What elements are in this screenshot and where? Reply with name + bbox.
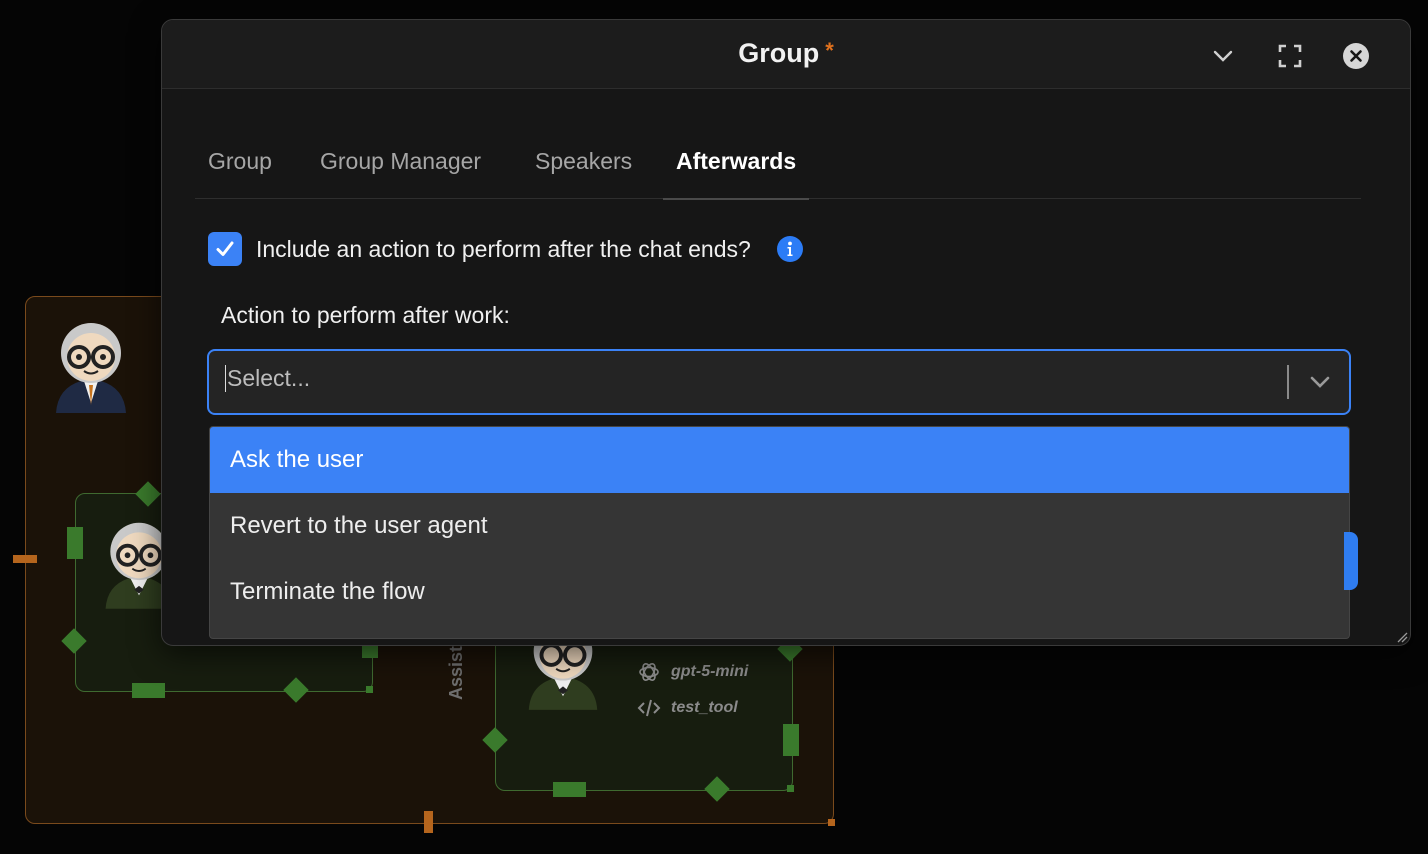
agent-handle[interactable] (787, 785, 794, 792)
agent-handle[interactable] (553, 782, 586, 797)
include-action-checkbox[interactable] (208, 232, 242, 266)
agent-handle[interactable] (366, 686, 373, 693)
tool-row: test_tool (637, 696, 738, 720)
checkmark-icon (216, 241, 234, 256)
maximize-icon (1278, 44, 1302, 68)
include-action-label: Include an action to perform after the c… (256, 235, 751, 262)
chevron-down-icon (1213, 50, 1233, 62)
action-field-label: Action to perform after work: (221, 302, 510, 328)
include-action-row: Include an action to perform after the c… (208, 232, 803, 266)
option-revert-user-agent[interactable]: Revert to the user agent (210, 493, 1349, 559)
tab-speakers[interactable]: Speakers (522, 128, 645, 198)
tab-group[interactable]: Group (195, 128, 285, 198)
tab-group-manager[interactable]: Group Manager (307, 128, 494, 198)
agent-handle[interactable] (362, 644, 378, 658)
model-name: gpt-5-mini (671, 663, 749, 680)
chevron-down-icon[interactable] (1307, 369, 1333, 395)
option-ask-user[interactable]: Ask the user (210, 427, 1349, 493)
action-select-placeholder[interactable]: Select... (225, 365, 310, 392)
action-select[interactable]: Select... (207, 349, 1351, 415)
maximize-button[interactable] (1274, 40, 1306, 72)
group-resize-handle[interactable] (828, 819, 835, 826)
group-avatar (56, 323, 126, 413)
modal-header: Group * (162, 20, 1410, 89)
info-icon[interactable] (776, 236, 803, 262)
modal-title-text: Group (738, 38, 820, 68)
tab-afterwards[interactable]: Afterwards (663, 128, 810, 200)
agent-handle[interactable] (67, 527, 83, 559)
model-row: gpt-5-mini (637, 660, 748, 684)
agent-handle[interactable] (132, 683, 165, 698)
openai-icon (639, 663, 659, 681)
group-handle-left[interactable] (13, 555, 37, 563)
select-separator (1287, 365, 1289, 399)
agent-handle[interactable] (783, 724, 799, 756)
action-dropdown-menu: Ask the user Revert to the user agent Te… (209, 426, 1350, 639)
close-icon (1343, 43, 1369, 69)
tab-bar: Group Group Manager Speakers Afterwards (195, 128, 1361, 200)
group-modal: Group * Group Group Manager Speakers Afte… (161, 19, 1411, 646)
resize-grip-icon[interactable] (1396, 631, 1408, 643)
unsaved-marker: * (825, 38, 834, 63)
close-button[interactable] (1340, 40, 1372, 72)
tool-name: test_tool (671, 699, 738, 716)
collapse-button[interactable] (1207, 40, 1239, 72)
code-icon (637, 699, 661, 717)
partially-hidden-button[interactable] (1344, 532, 1358, 590)
option-terminate-flow[interactable]: Terminate the flow (210, 559, 1349, 625)
group-handle-bottom[interactable] (424, 811, 433, 833)
